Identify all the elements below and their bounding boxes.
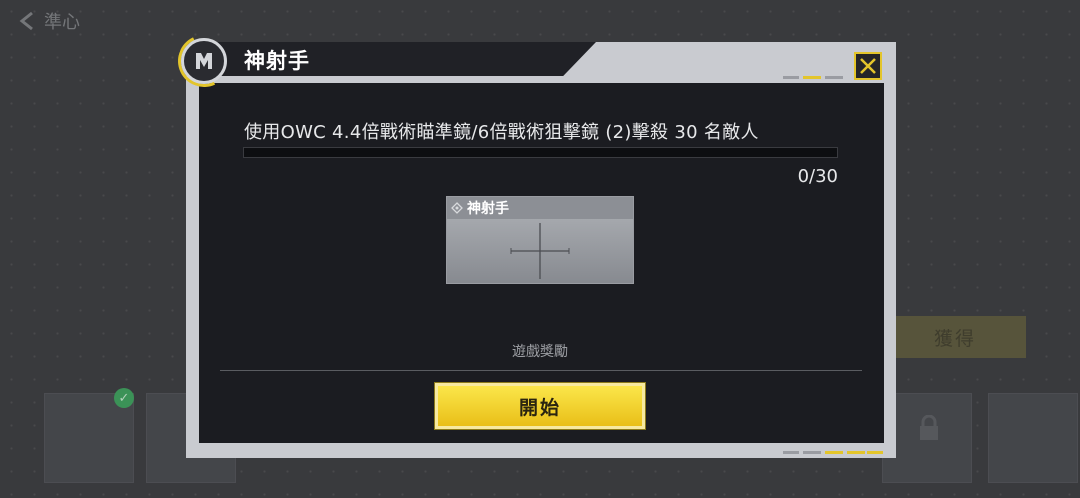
- progress-bar: [243, 147, 838, 158]
- reward-card[interactable]: 神射手: [446, 196, 634, 284]
- decor-dash: [847, 451, 865, 454]
- decor-dash: [783, 76, 799, 79]
- reward-card-header: 神射手: [447, 197, 633, 219]
- start-button[interactable]: 開始: [434, 382, 646, 430]
- close-icon: [860, 58, 876, 74]
- decor-dash: [803, 76, 821, 79]
- task-description: 使用OWC 4.4倍戰術瞄準鏡/6倍戰術狙擊鏡 (2)擊殺 30 名敵人: [244, 122, 759, 143]
- reward-name: 神射手: [467, 201, 509, 217]
- decor-dash: [783, 451, 799, 454]
- diamond-icon: [451, 202, 463, 214]
- decor-dash: [803, 451, 821, 454]
- cod-emblem-icon: [181, 38, 227, 84]
- divider: [220, 370, 862, 371]
- close-button[interactable]: [854, 52, 882, 80]
- decor-dash: [867, 451, 883, 454]
- crosshair-icon: [510, 223, 570, 279]
- modal-title: 神射手: [244, 49, 310, 73]
- rewards-section-label: 遊戲獎勵: [512, 344, 568, 360]
- progress-count: 0/30: [797, 166, 838, 187]
- reward-preview: [447, 219, 633, 283]
- decor-dash: [825, 451, 843, 454]
- decor-dash: [825, 76, 843, 79]
